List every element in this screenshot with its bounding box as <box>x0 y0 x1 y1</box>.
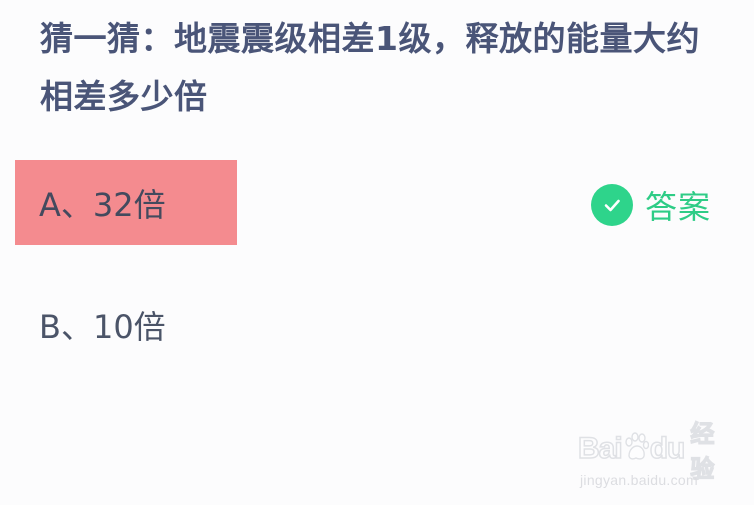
question-title: 猜一猜：地震震级相差1级，释放的能量大约相差多少倍 <box>40 19 700 116</box>
watermark-brand-du: du <box>649 431 686 466</box>
baidu-jingyan-watermark: Bai du 经验 jingyan.baidu.com <box>577 419 728 498</box>
answer-button[interactable]: 答案 <box>591 183 711 227</box>
option-b[interactable]: B、10倍 <box>15 282 237 367</box>
answer-label: 答案 <box>645 188 712 226</box>
paw-icon <box>623 432 649 466</box>
check-circle-icon <box>591 184 633 226</box>
watermark-brand-bai: Bai <box>577 431 623 466</box>
option-a[interactable]: A、32倍 <box>15 160 237 245</box>
